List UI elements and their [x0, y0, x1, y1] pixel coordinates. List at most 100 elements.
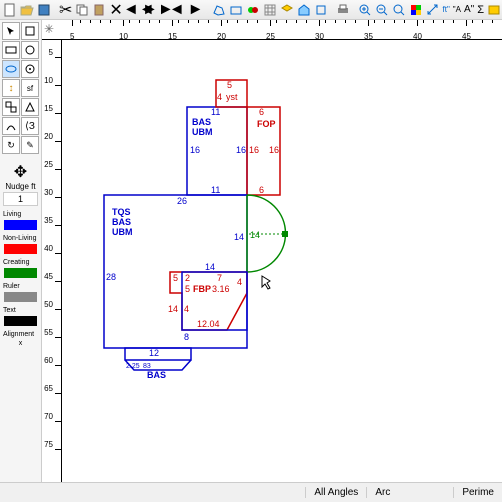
font-large-icon[interactable]: A": [463, 1, 475, 19]
svg-text:11: 11: [211, 185, 220, 195]
toggle-icon[interactable]: [245, 1, 261, 19]
data-icon[interactable]: [486, 1, 502, 19]
layer-text[interactable]: Text: [2, 306, 39, 326]
creating-swatch: [4, 268, 37, 278]
cursor-icon: [262, 276, 270, 289]
edit-tool[interactable]: ✎: [21, 136, 39, 154]
grid-icon[interactable]: [262, 1, 278, 19]
cut-icon[interactable]: ✂: [58, 1, 73, 19]
dim-icon[interactable]: ft": [442, 1, 451, 19]
svg-text:14: 14: [234, 232, 244, 242]
svg-text:4: 4: [237, 277, 242, 287]
curve-tool[interactable]: [2, 117, 20, 135]
rotate-tool[interactable]: ↻: [2, 136, 20, 154]
circle-tool[interactable]: [21, 41, 39, 59]
canvas[interactable]: ✳ 51015202530354045 51015202530354045505…: [42, 20, 502, 482]
triangle-tool[interactable]: [21, 98, 39, 116]
svg-text:28: 28: [106, 272, 116, 282]
svg-text:4: 4: [217, 92, 222, 102]
svg-text:11: 11: [211, 107, 220, 117]
arrow-tool[interactable]: ↕: [2, 79, 20, 97]
delete-icon[interactable]: ✕: [108, 1, 123, 19]
svg-text:TQS: TQS: [112, 207, 131, 217]
poly-tool[interactable]: [21, 60, 39, 78]
svg-text:6: 6: [259, 107, 264, 117]
svg-text:14: 14: [250, 230, 260, 240]
status-perime[interactable]: Perime: [453, 487, 502, 498]
sigma-icon[interactable]: Σ: [476, 1, 485, 19]
layer-icon[interactable]: [279, 1, 295, 19]
back-icon[interactable]: ◄: [168, 1, 186, 19]
svg-text:16: 16: [269, 145, 279, 155]
svg-text:14: 14: [168, 304, 178, 314]
ellipse-tool[interactable]: [2, 60, 20, 78]
alignment-section: Alignment x: [2, 330, 39, 348]
nudge-value[interactable]: 1: [3, 192, 38, 206]
svg-text:12: 12: [149, 348, 159, 358]
layer-nonliving[interactable]: Non-Living: [2, 234, 39, 254]
nudge-label: Nudge ft: [2, 182, 39, 191]
status-arc[interactable]: Arc: [366, 487, 398, 498]
grid-tool[interactable]: sf: [21, 79, 39, 97]
svg-text:16: 16: [249, 145, 259, 155]
svg-text:5: 5: [227, 80, 232, 90]
zoom-fit-icon[interactable]: [391, 1, 407, 19]
redo-icon[interactable]: ►►: [149, 1, 167, 19]
svg-text:FBP: FBP: [193, 284, 211, 294]
status-bar: All Angles Arc Perime: [0, 482, 502, 502]
measure-icon[interactable]: [425, 1, 441, 19]
zoom-out-icon[interactable]: [374, 1, 390, 19]
zoom-in-icon[interactable]: [357, 1, 373, 19]
svg-text:BAS: BAS: [112, 217, 131, 227]
rect-tool[interactable]: [2, 41, 20, 59]
arc-handle[interactable]: [282, 231, 288, 237]
text-swatch: [4, 316, 37, 326]
forward-icon[interactable]: ►: [187, 1, 205, 19]
origin-marker: ✳: [44, 22, 54, 36]
drawing-area[interactable]: 11 BAS UBM 16 11 16 5 4 yst 6 FOP 16 16 …: [62, 40, 502, 482]
svg-text:2.25: 2.25: [126, 363, 140, 370]
new-icon[interactable]: [2, 1, 18, 19]
open-icon[interactable]: [19, 1, 35, 19]
ruler-horizontal: ✳ 51015202530354045: [42, 20, 502, 40]
angle-tool[interactable]: ⟨З: [21, 117, 39, 135]
svg-text:yst: yst: [226, 92, 238, 102]
svg-text:FOP: FOP: [257, 119, 276, 129]
living-swatch: [4, 220, 37, 230]
svg-text:UBM: UBM: [192, 127, 213, 137]
home-icon[interactable]: [296, 1, 312, 19]
select-tool[interactable]: [2, 22, 20, 40]
paste-icon[interactable]: [91, 1, 107, 19]
svg-text:4: 4: [184, 304, 189, 314]
svg-text:2: 2: [185, 273, 190, 283]
layer-ruler[interactable]: Ruler: [2, 282, 39, 302]
svg-text:16: 16: [190, 145, 200, 155]
copy-icon[interactable]: [74, 1, 90, 19]
group-tool[interactable]: [2, 98, 20, 116]
layer-living[interactable]: Living: [2, 210, 39, 230]
svg-text:26: 26: [177, 196, 187, 206]
svg-text:14: 14: [205, 262, 215, 272]
svg-text:83: 83: [143, 363, 151, 370]
svg-text:BAS: BAS: [192, 117, 211, 127]
poly-icon[interactable]: [211, 1, 227, 19]
print-icon[interactable]: [335, 1, 351, 19]
layer-creating[interactable]: Creating: [2, 258, 39, 278]
nudge-icon[interactable]: ✥: [2, 162, 39, 182]
ortho-icon[interactable]: [313, 1, 329, 19]
save-icon[interactable]: [36, 1, 52, 19]
svg-text:6: 6: [259, 185, 264, 195]
nonliving-swatch: [4, 244, 37, 254]
color-icon[interactable]: [408, 1, 424, 19]
line-tool[interactable]: [21, 22, 39, 40]
svg-text:8: 8: [184, 332, 189, 342]
ruler-vertical: 51015202530354045505560657075: [42, 40, 62, 482]
status-angles[interactable]: All Angles: [305, 487, 366, 498]
shape-icon[interactable]: [228, 1, 244, 19]
svg-text:16: 16: [236, 145, 246, 155]
svg-text:5: 5: [173, 273, 178, 283]
drawing-svg[interactable]: 11 BAS UBM 16 11 16 5 4 yst 6 FOP 16 16 …: [62, 40, 502, 480]
font-small-icon[interactable]: "A: [452, 1, 462, 19]
svg-text:UBM: UBM: [112, 227, 133, 237]
tool-palette: ↕ sf ⟨З ↻ ✎ ✥ Nudge ft 1 Living Non-Livi…: [0, 20, 42, 482]
